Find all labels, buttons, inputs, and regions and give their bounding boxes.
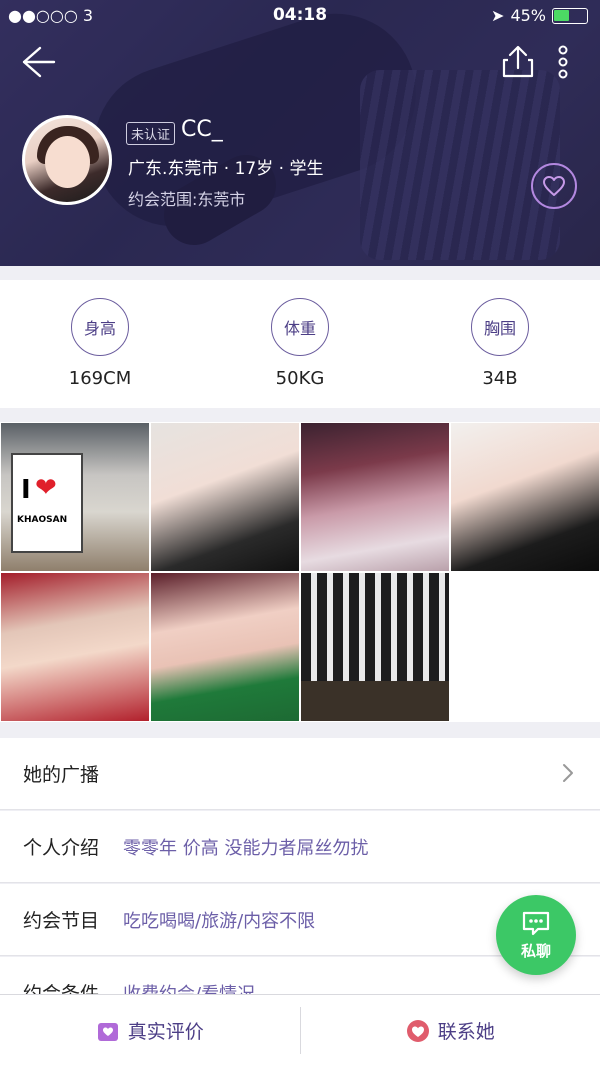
avatar[interactable] (22, 115, 112, 205)
private-chat-button[interactable]: 私聊 (496, 895, 576, 975)
stat-bust: 胸围 34B (400, 280, 600, 408)
bottom-action-bar: 真实评价 联系她 (0, 994, 600, 1066)
heart-circle-icon (406, 1019, 429, 1042)
status-right: ➤ 45% (491, 6, 588, 25)
row-value: 吃吃喝喝/旅游/内容不限 (123, 910, 316, 932)
user-name: CC_ (181, 117, 223, 142)
review-label: 真实评价 (127, 1021, 204, 1043)
photo-thumbnail[interactable] (151, 573, 299, 721)
contact-label: 联系她 (437, 1021, 495, 1043)
unverified-badge: 未认证 (126, 122, 176, 145)
row-label: 她的广播 (23, 764, 100, 786)
photo-thumbnail[interactable] (451, 423, 599, 571)
stat-label: 胸围 (471, 298, 529, 356)
share-icon (502, 45, 534, 78)
stat-weight: 体重 50KG (200, 280, 400, 408)
chat-bubble-icon (522, 911, 550, 935)
photo-thumbnail[interactable]: I ❤ KHAOSAN (1, 423, 149, 571)
row-label: 个人介绍 (23, 837, 100, 859)
stat-value: 169CM (68, 368, 132, 389)
chevron-right-icon (563, 764, 573, 782)
stat-height: 身高 169CM (0, 280, 200, 408)
status-bar: ●●○○○ 3 04:18 ➤ 45% (0, 0, 600, 30)
stat-label: 身高 (71, 298, 129, 356)
row-broadcast[interactable]: 她的广播 (0, 738, 600, 810)
battery-percent: 45% (510, 6, 546, 25)
photo-thumbnail[interactable] (151, 423, 299, 571)
stat-value: 34B (482, 368, 518, 389)
stat-value: 50KG (275, 368, 325, 389)
profile-header: ●●○○○ 3 04:18 ➤ 45% 未认证 CC_ 广东.东莞市 · 17岁… (0, 0, 600, 266)
body-stats: 身高 169CM 体重 50KG 胸围 34B (0, 280, 600, 408)
chat-label: 私聊 (520, 941, 551, 960)
photo-thumbnail[interactable] (301, 423, 449, 571)
user-info: 广东.东莞市 · 17岁 · 学生 (128, 159, 324, 179)
photo-thumbnail[interactable] (1, 573, 149, 721)
photo-grid: I ❤ KHAOSAN (0, 422, 600, 722)
more-vertical-icon (558, 45, 568, 79)
row-value: 零零年 价高 没能力者屌丝勿扰 (123, 837, 369, 859)
heart-icon (543, 176, 565, 196)
contact-button[interactable]: 联系她 (301, 995, 600, 1066)
heart-icon: ❤ (35, 473, 57, 503)
row-intro: 个人介绍 零零年 价高 没能力者屌丝勿扰 (0, 811, 600, 883)
photo-thumbnail[interactable] (301, 573, 449, 721)
more-options-button[interactable] (552, 42, 574, 82)
review-icon (97, 1022, 118, 1041)
khaosan-sign: I ❤ KHAOSAN (11, 453, 83, 553)
share-button[interactable] (500, 42, 536, 82)
back-button[interactable] (18, 42, 58, 82)
stat-label: 体重 (271, 298, 329, 356)
like-button[interactable] (531, 163, 577, 209)
location-icon: ➤ (491, 6, 505, 25)
battery-icon (552, 7, 588, 24)
back-arrow-icon (22, 46, 56, 78)
row-label: 约会节目 (23, 910, 100, 932)
review-button[interactable]: 真实评价 (0, 995, 300, 1066)
dating-range: 约会范围:东莞市 (128, 190, 246, 209)
